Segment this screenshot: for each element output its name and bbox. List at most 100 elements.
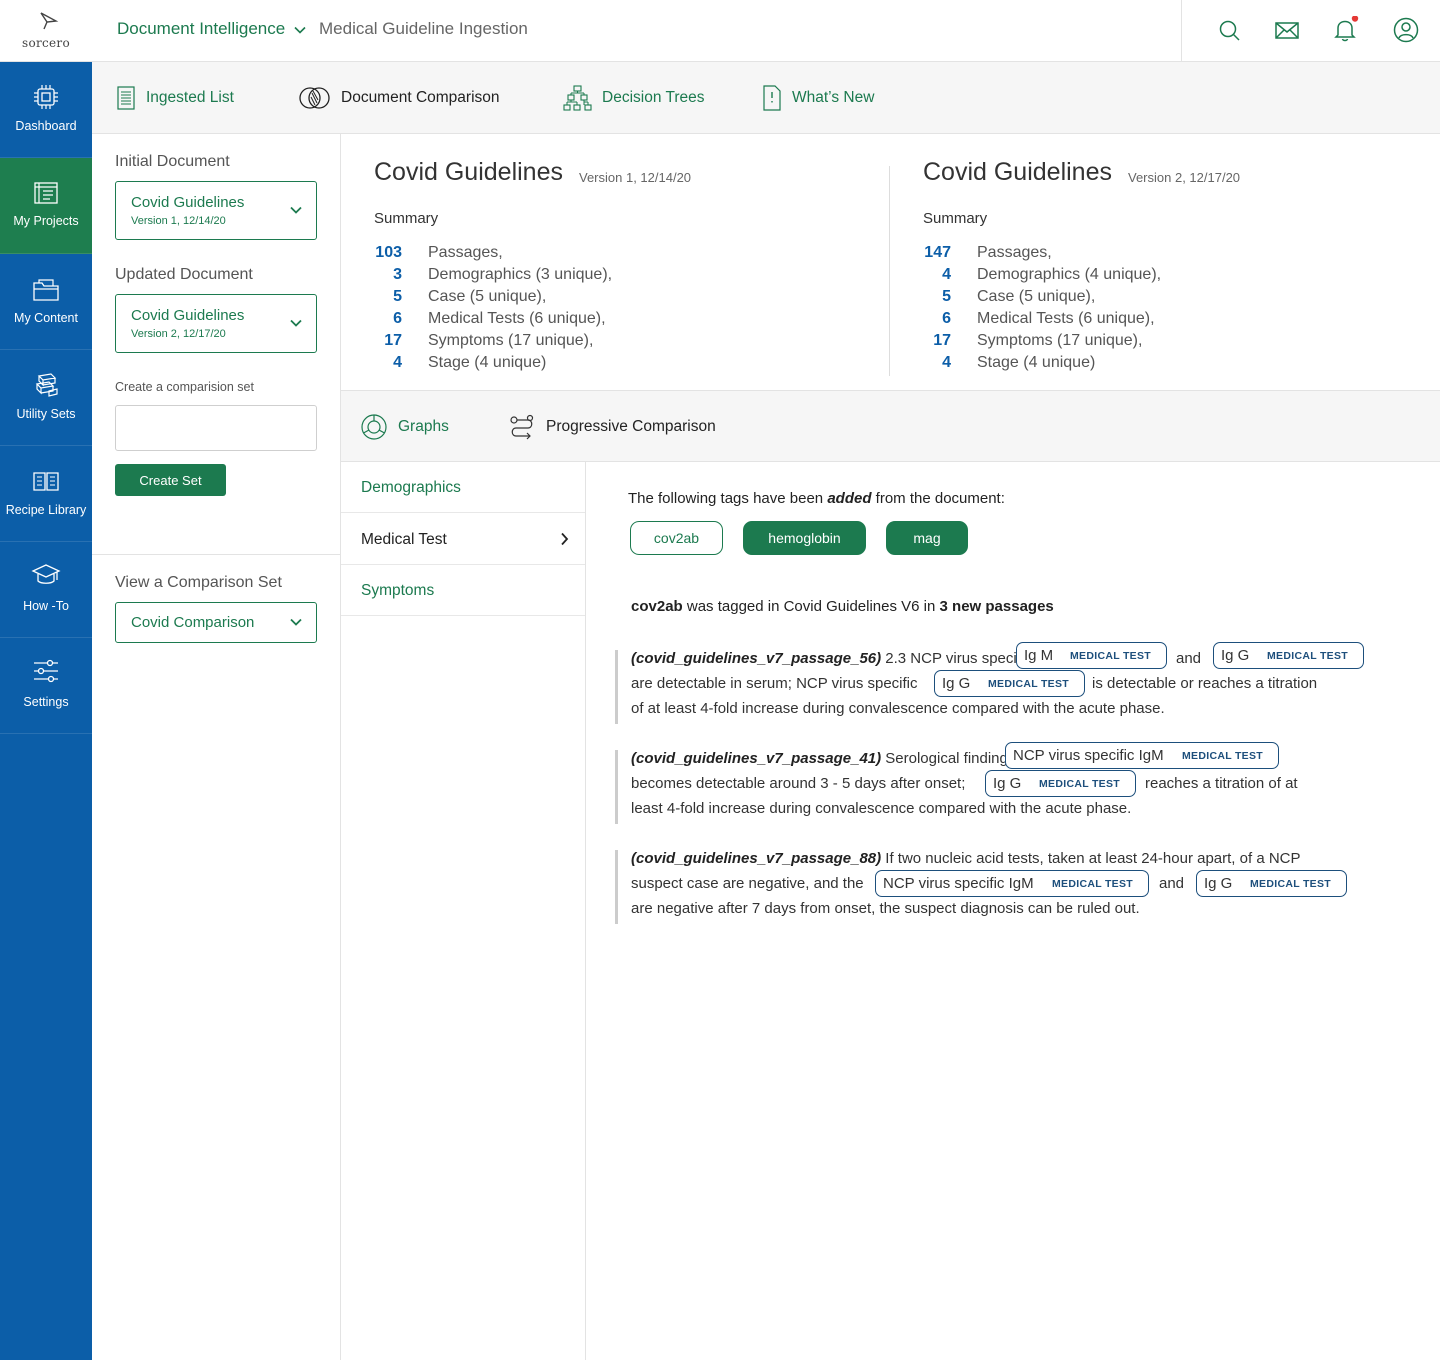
count: 5: [942, 288, 951, 305]
create-set-button[interactable]: Create Set: [115, 464, 226, 496]
select-value: Covid Comparison: [131, 614, 255, 631]
bell-icon[interactable]: [1331, 16, 1359, 44]
count-label: Demographics (4 unique),: [977, 266, 1162, 283]
tag-chip-mag[interactable]: mag: [886, 521, 968, 555]
entity-text: Ig G: [993, 775, 1022, 792]
entity-tag[interactable]: Ig G MEDICAL TEST: [1196, 870, 1347, 897]
category-list: Demographics Medical Test Symptoms: [341, 462, 586, 1360]
category-item-symptoms[interactable]: Symptoms: [341, 565, 585, 616]
count: 17: [384, 332, 402, 349]
passage-text: is detectable or reaches a titration: [1092, 675, 1318, 692]
nav-label: Dashboard: [15, 119, 77, 133]
tab-label: Document Comparison: [341, 89, 500, 106]
summary-row: 3 Demographics (3 unique),: [374, 264, 612, 286]
category-item-medical-test[interactable]: Medical Test: [341, 514, 585, 565]
tag-chip-cov2ab[interactable]: cov2ab: [630, 521, 723, 555]
header-divider: [1181, 0, 1182, 62]
entity-tag[interactable]: Ig M MEDICAL TEST: [1016, 642, 1167, 669]
entity-type: MEDICAL TEST: [1052, 878, 1133, 890]
initial-document-select[interactable]: Covid Guidelines Version 1, 12/14/20: [115, 181, 317, 240]
count-label: Stage (4 unique): [428, 354, 547, 371]
logo-text: sorcero: [21, 36, 70, 50]
intro-text: from the document:: [871, 490, 1005, 507]
brand-logo[interactable]: sorcero: [0, 0, 92, 62]
passage-count: 3 new passages: [939, 598, 1054, 615]
nav-item-my-content[interactable]: My Content: [0, 254, 92, 350]
tag-chip-hemoglobin[interactable]: hemoglobin: [743, 521, 866, 555]
nav-label: Utility Sets: [16, 407, 76, 421]
updated-document-select[interactable]: Covid Guidelines Version 2, 12/17/20: [115, 294, 317, 353]
entity-tag[interactable]: NCP virus specific IgM MEDICAL TEST: [1005, 742, 1279, 769]
divider: [92, 554, 340, 555]
category-item-demographics[interactable]: Demographics: [341, 462, 585, 513]
count: 4: [393, 354, 402, 371]
tab-progressive-comparison[interactable]: Progressive Comparison: [508, 410, 716, 444]
comparison-set-name-input[interactable]: [115, 405, 317, 451]
tab-ingested-list[interactable]: Ingested List: [116, 82, 234, 114]
top-bar: sorcero Document Intelligence Medical Gu…: [0, 0, 1440, 62]
summary-row: 4 Stage (4 unique): [374, 352, 612, 374]
entity-text: Ig M: [1024, 647, 1054, 664]
passage: (covid_guidelines_v7_passage_88) If two …: [615, 850, 1385, 924]
passage-text: suspect case are negative, and the: [631, 875, 864, 892]
select-version: Version 2, 12/17/20: [131, 328, 226, 340]
count-label: Symptoms (17 unique),: [428, 332, 594, 349]
summary-updated: Covid Guidelines Version 2, 12/17/20 Sum…: [890, 134, 1410, 391]
nav-item-how-to[interactable]: How -To: [0, 542, 92, 638]
passage-id: (covid_guidelines_v7_passage_56): [631, 650, 882, 667]
chip-icon: [34, 85, 58, 109]
entity-text: Ig G: [1221, 647, 1250, 664]
entity-type: MEDICAL TEST: [988, 678, 1069, 690]
entity-type: MEDICAL TEST: [1039, 778, 1120, 790]
summary-row: 147 Passages,: [923, 242, 1161, 264]
passage-text: Serological findings:: [881, 750, 1020, 767]
count: 3: [393, 266, 402, 283]
new-doc-icon: [763, 85, 781, 111]
nav-item-dashboard[interactable]: Dashboard: [0, 62, 92, 158]
count: 5: [393, 288, 402, 305]
tab-decision-trees[interactable]: Decision Trees: [563, 82, 705, 114]
doc-title: Covid Guidelines: [374, 158, 563, 186]
entity-tag[interactable]: Ig G MEDICAL TEST: [934, 670, 1085, 697]
tag-term: cov2ab: [631, 598, 683, 615]
entity-tag[interactable]: Ig G MEDICAL TEST: [985, 770, 1136, 797]
mail-icon[interactable]: [1273, 16, 1301, 44]
nav-item-recipe-library[interactable]: Recipe Library: [0, 446, 92, 542]
tree-icon: [563, 85, 592, 111]
count: 6: [942, 310, 951, 327]
entity-tag[interactable]: NCP virus specific IgM MEDICAL TEST: [875, 870, 1149, 897]
passage-text: 2.3 NCP virus specific: [881, 650, 1032, 667]
summary-label: Summary: [923, 210, 988, 227]
count: 147: [924, 244, 951, 261]
count-label: Case (5 unique),: [428, 288, 547, 305]
summary-list: 103 Passages, 3 Demographics (3 unique), 5…: [374, 242, 612, 374]
nav-item-settings[interactable]: Settings: [0, 638, 92, 734]
passage-id: (covid_guidelines_v7_passage_41): [631, 750, 882, 767]
page-title: Medical Guideline Ingestion: [319, 19, 528, 38]
chevron-down-icon: [290, 319, 302, 327]
tab-whats-new[interactable]: What’s New: [762, 82, 874, 114]
nav-item-my-projects[interactable]: My Projects: [0, 158, 92, 254]
search-icon[interactable]: [1216, 16, 1244, 44]
count-label: Demographics (3 unique),: [428, 266, 613, 283]
app-switcher[interactable]: Document Intelligence: [117, 19, 306, 39]
entity-tag[interactable]: Ig G MEDICAL TEST: [1213, 642, 1364, 669]
projects-icon: [34, 182, 58, 204]
folder-icon: [33, 279, 59, 301]
count: 103: [375, 244, 402, 261]
passage-text: are negative after 7 days from onset, th…: [631, 900, 1140, 917]
view-set-label: View a Comparison Set: [115, 574, 282, 591]
passage-line: (covid_guidelines_v7_passage_88) If two …: [631, 850, 1301, 867]
create-set-label: Create a comparision set: [115, 380, 254, 394]
user-icon[interactable]: [1392, 16, 1420, 44]
chevron-down-icon: [290, 206, 302, 214]
nav-item-utility-sets[interactable]: Utility Sets: [0, 350, 92, 446]
tab-document-comparison[interactable]: Document Comparison: [298, 82, 500, 114]
comparison-set-select[interactable]: Covid Comparison: [115, 602, 317, 643]
tab-graphs[interactable]: Graphs: [360, 410, 449, 444]
count-label: Case (5 unique),: [977, 288, 1096, 305]
count-label: Symptoms (17 unique),: [977, 332, 1143, 349]
summary-initial: Covid Guidelines Version 1, 12/14/20 Sum…: [341, 134, 861, 391]
passage-text: and: [1176, 650, 1202, 667]
passage-text: least 4-fold increase during convalescen…: [631, 800, 1132, 817]
